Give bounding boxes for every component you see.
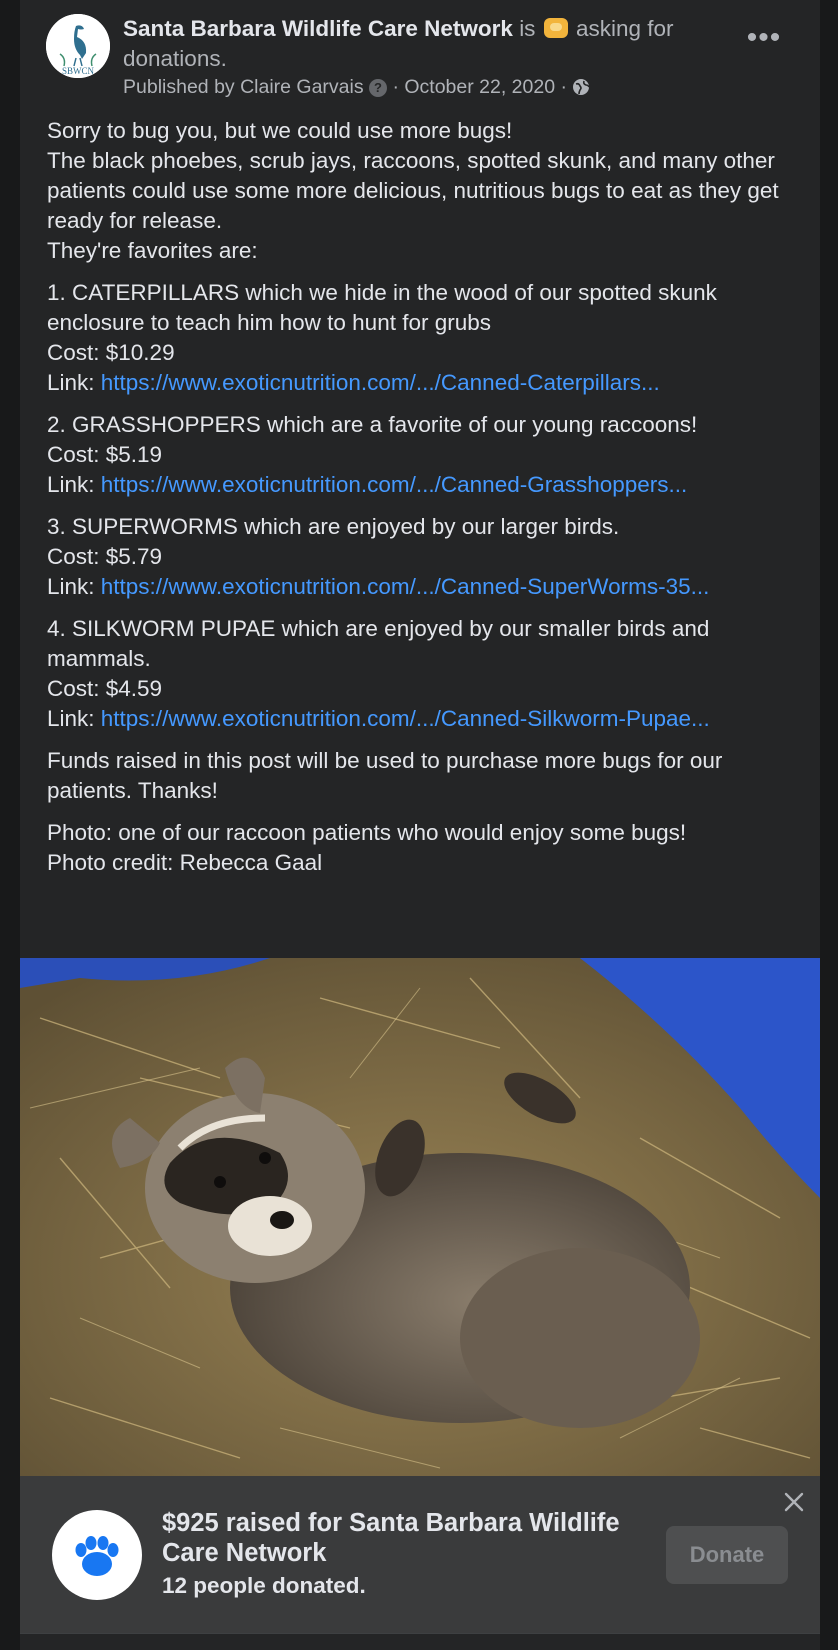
bug-item-cost: Cost: $5.79 [47,544,163,569]
bug-item-link-label: Link: [47,706,101,731]
raccoon-image [20,958,820,1476]
bug-item-cost: Cost: $4.59 [47,676,163,701]
bug-item-link-label: Link: [47,370,101,395]
bug-item: 1. CATERPILLARS which we hide in the woo… [47,278,797,398]
fundraiser-panel: $925 raised for Santa Barbara Wildlife C… [20,1476,820,1633]
post-body: Sorry to bug you, but we could use more … [47,116,797,890]
close-icon[interactable] [780,1488,808,1516]
bug-item: 3. SUPERWORMS which are enjoyed by our l… [47,512,797,602]
post-title-line: Santa Barbara Wildlife Care Network is a… [123,14,743,74]
more-options-icon[interactable]: ••• [744,23,784,60]
post-header: SBWCN Santa Barbara Wildlife Care Networ… [20,0,820,105]
question-icon[interactable]: ? [369,79,388,97]
divider [20,1633,820,1634]
photo-caption: Photo: one of our raccoon patients who w… [47,820,687,845]
page-avatar[interactable]: SBWCN [46,14,110,78]
bug-item-link-label: Link: [47,472,101,497]
intro-line: They're favorites are: [47,238,258,263]
post-meta: Published by Claire Garvais ? · October … [123,74,591,100]
fundraiser-avatar [52,1510,142,1600]
globe-icon [573,79,591,95]
bug-item-title: 3. SUPERWORMS which are enjoyed by our l… [47,514,620,539]
bug-item-link-label: Link: [47,574,101,599]
published-by: Published by Claire Garvais [123,76,364,98]
avatar-text: SBWCN [62,66,95,76]
paw-icon [75,1536,119,1576]
intro-paragraph: Sorry to bug you, but we could use more … [47,116,797,266]
bug-item: 2. GRASSHOPPERS which are a favorite of … [47,410,797,500]
post-date[interactable]: · October 22, 2020 · [392,76,567,98]
intro-line: The black phoebes, scrub jays, raccoons,… [47,148,779,233]
bug-item-cost: Cost: $5.19 [47,442,163,467]
closing-paragraph: Funds raised in this post will be used t… [47,748,723,803]
bug-item-title: 2. GRASSHOPPERS which are a favorite of … [47,412,698,437]
fundraiser-emoji-icon [543,18,568,38]
bug-item-title: 4. SILKWORM PUPAE which are enjoyed by o… [47,616,710,671]
bug-item-link[interactable]: https://www.exoticnutrition.com/.../Cann… [101,370,660,395]
heron-logo-icon: SBWCN [46,14,110,78]
post-card: SBWCN Santa Barbara Wildlife Care Networ… [20,0,820,1650]
bug-item-link[interactable]: https://www.exoticnutrition.com/.../Cann… [101,706,710,731]
action-prefix: is [519,16,536,41]
bug-item: 4. SILKWORM PUPAE which are enjoyed by o… [47,614,797,734]
bug-item-link[interactable]: https://www.exoticnutrition.com/.../Cann… [101,574,710,599]
intro-line: Sorry to bug you, but we could use more … [47,118,513,143]
bug-item-link[interactable]: https://www.exoticnutrition.com/.../Cann… [101,472,688,497]
photo-caption-paragraph: Photo: one of our raccoon patients who w… [47,818,797,878]
bug-item-cost: Cost: $10.29 [47,340,175,365]
donate-button[interactable]: Donate [666,1526,788,1584]
fundraiser-donor-count: 12 people donated. [162,1573,366,1598]
raccoon-photo[interactable] [20,958,820,1476]
photo-credit: Photo credit: Rebecca Gaal [47,850,323,875]
page-name-link[interactable]: Santa Barbara Wildlife Care Network [123,16,513,41]
fundraiser-title[interactable]: $925 raised for Santa Barbara Wildlife C… [162,1508,632,1568]
bug-item-title: 1. CATERPILLARS which we hide in the woo… [47,280,717,335]
